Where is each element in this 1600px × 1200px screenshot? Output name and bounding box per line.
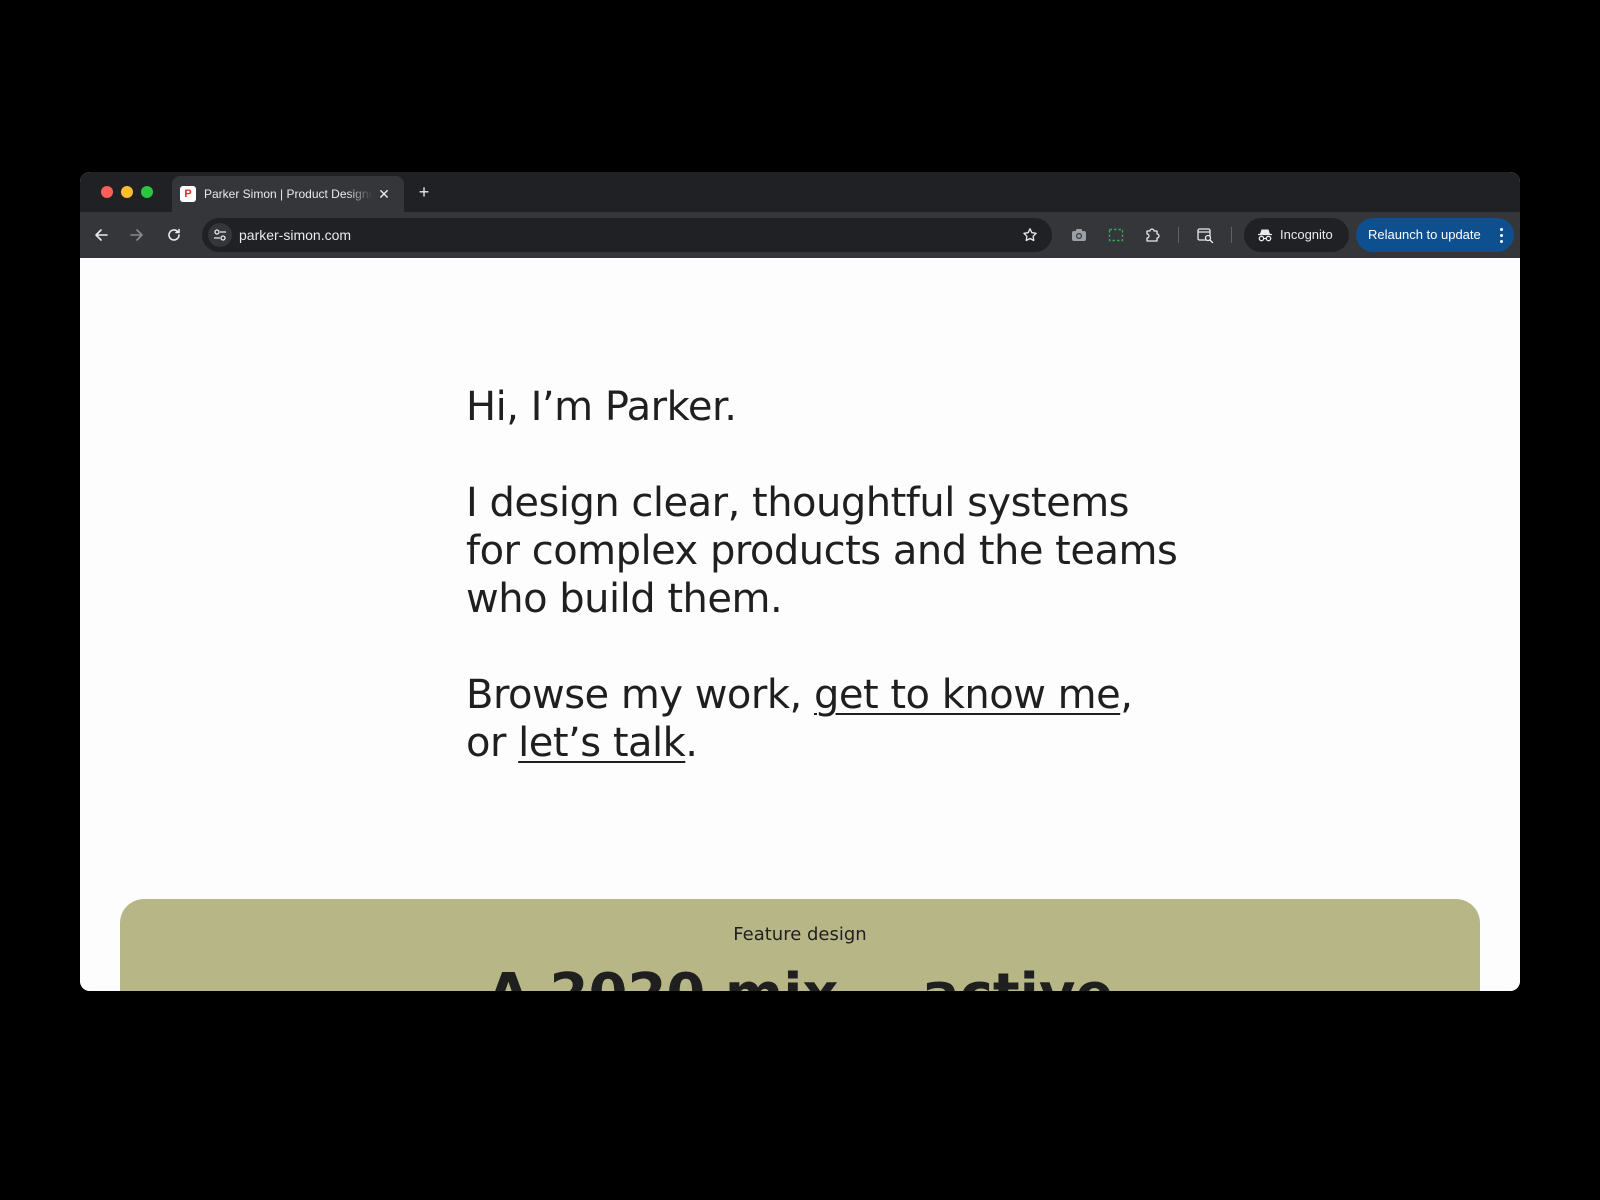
more-vertical-icon[interactable] [1496, 226, 1506, 244]
new-tab-button[interactable]: + [413, 181, 435, 203]
site-settings-icon[interactable] [208, 223, 232, 247]
incognito-label: Incognito [1280, 227, 1333, 242]
toolbar-divider [1178, 227, 1179, 243]
star-icon[interactable] [1020, 225, 1040, 245]
hero-greeting: Hi, I’m Parker. [466, 384, 737, 430]
extensions-icon[interactable] [1141, 224, 1163, 246]
browser-toolbar: parker-simon.com Incognito Relaunch to u… [80, 212, 1520, 258]
tab-active[interactable]: P Parker Simon | Product Designer ✕ [172, 176, 404, 212]
maximize-window-button[interactable] [141, 186, 153, 198]
tab-title: Parker Simon | Product Designer [204, 187, 372, 201]
feature-title: A 2020 mix... active [120, 963, 1480, 992]
cta-period: . [685, 720, 698, 766]
hero-section: Hi, I’m Parker. I design clear, thoughtf… [466, 383, 1186, 767]
minimize-window-button[interactable] [121, 186, 133, 198]
site-favicon-icon: P [180, 186, 196, 202]
cta-comma: , [1120, 672, 1133, 718]
camera-icon[interactable] [1068, 224, 1090, 246]
incognito-indicator[interactable]: Incognito [1244, 218, 1349, 252]
toolbar-divider [1231, 227, 1232, 243]
cta-prefix: Browse my work, [466, 672, 814, 718]
cta-or: or [466, 720, 519, 766]
feature-card[interactable]: Feature design A 2020 mix... active [120, 899, 1480, 991]
contact-link[interactable]: let’s talk [518, 720, 686, 766]
address-bar[interactable]: parker-simon.com [202, 218, 1052, 252]
tab-strip: P Parker Simon | Product Designer ✕ + [80, 172, 1520, 212]
relaunch-button[interactable]: Relaunch to update [1356, 218, 1514, 252]
feature-label: Feature design [733, 924, 867, 945]
reload-icon[interactable] [162, 223, 186, 247]
forward-arrow-icon[interactable] [125, 223, 149, 247]
tab-close-icon[interactable]: ✕ [375, 185, 393, 203]
back-arrow-icon[interactable] [89, 223, 113, 247]
url-text[interactable]: parker-simon.com [239, 226, 351, 244]
about-link[interactable]: get to know me [814, 672, 1121, 718]
hero-intro: I design clear, thoughtful systems for c… [466, 480, 1178, 622]
hero-cta: Browse my work, get to know me, or let’s … [466, 671, 1186, 767]
tab-search-icon[interactable] [1194, 224, 1216, 246]
screenshot-crop-icon[interactable] [1105, 224, 1127, 246]
incognito-icon [1256, 226, 1274, 244]
page-content: Hi, I’m Parker. I design clear, thoughtf… [80, 258, 1520, 991]
close-window-button[interactable] [101, 186, 113, 198]
relaunch-label: Relaunch to update [1368, 227, 1481, 242]
browser-window: P Parker Simon | Product Designer ✕ + pa… [80, 172, 1520, 991]
